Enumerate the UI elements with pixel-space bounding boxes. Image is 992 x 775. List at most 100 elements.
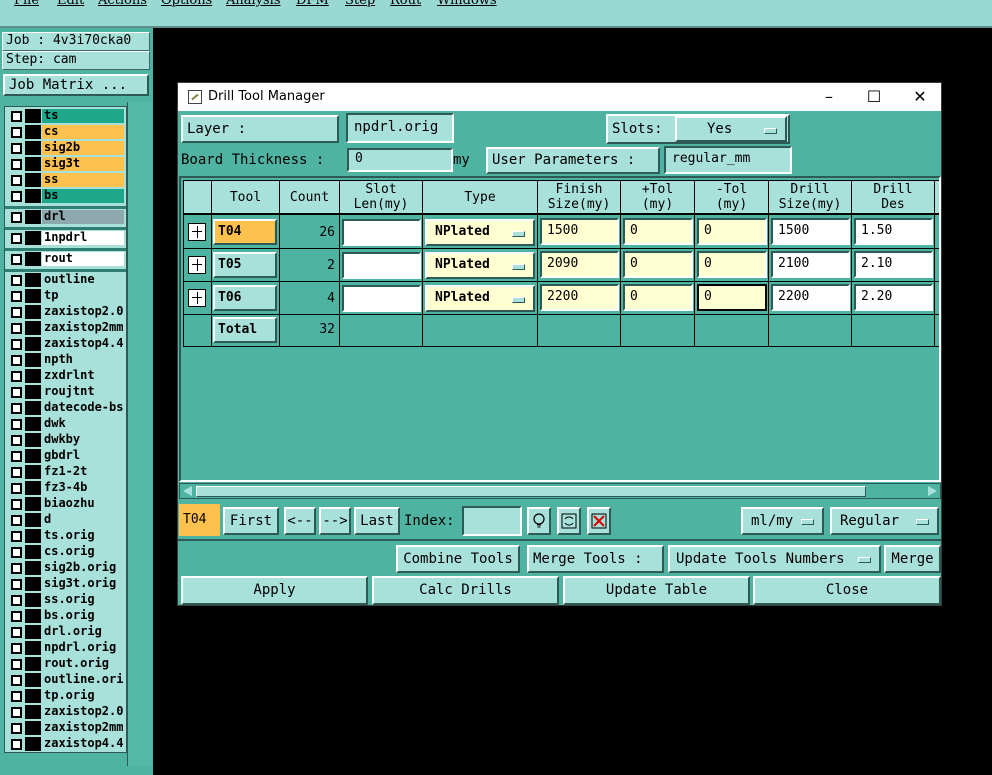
menu-options[interactable]: Options — [161, 0, 212, 8]
layer-item[interactable]: datecode-bs — [6, 401, 124, 415]
layer-item[interactable]: ss.orig — [6, 593, 124, 607]
layer-item[interactable]: tp — [6, 289, 124, 303]
drill-size-input[interactable]: 2100 — [771, 251, 850, 278]
layer-checkbox[interactable] — [11, 419, 22, 430]
expand-row-icon[interactable] — [188, 289, 206, 307]
drill-size-input[interactable]: 1500 — [771, 218, 850, 245]
type-dropdown[interactable]: NPlated — [425, 285, 535, 312]
layer-checkbox[interactable] — [11, 175, 22, 186]
drill-size-input[interactable]: 2200 — [771, 284, 850, 311]
layer-item[interactable]: fz3-4b — [6, 481, 124, 495]
layer-item[interactable]: zaxistop4.4mm — [6, 737, 124, 751]
layer-checkbox[interactable] — [11, 191, 22, 202]
next-button[interactable]: --> — [319, 507, 351, 535]
layer-item[interactable]: drl — [6, 210, 124, 224]
minus-tol-input[interactable]: 0 — [697, 218, 767, 245]
layer-checkbox[interactable] — [11, 547, 22, 558]
layer-item[interactable]: roujtnt — [6, 385, 124, 399]
finish-size-input[interactable]: 1500 — [540, 218, 619, 245]
plus-tol-input[interactable]: 0 — [623, 251, 693, 278]
menu-file[interactable]: File — [14, 0, 39, 8]
prev-button[interactable]: <-- — [284, 507, 316, 535]
layer-item[interactable]: biaozhu — [6, 497, 124, 511]
type-dropdown[interactable]: NPlated — [425, 219, 535, 246]
layer-checkbox[interactable] — [11, 739, 22, 750]
drill-des-input[interactable]: 2.10 — [854, 251, 933, 278]
menu-windows[interactable]: Windows — [437, 0, 497, 8]
close-button[interactable]: Close — [753, 576, 941, 605]
last-button[interactable]: Last — [354, 507, 400, 535]
layer-item[interactable]: zaxistop2mm — [6, 721, 124, 735]
menu-dfm[interactable]: DFM — [296, 0, 329, 8]
drill-des-input[interactable]: 1.50 — [854, 218, 933, 245]
layer-checkbox[interactable] — [11, 339, 22, 350]
layer-checkbox[interactable] — [11, 531, 22, 542]
plus-tol-input[interactable]: 0 — [623, 218, 693, 245]
layer-item[interactable]: drl.orig — [6, 625, 124, 639]
layer-item[interactable]: sig3t.orig — [6, 577, 124, 591]
layer-checkbox[interactable] — [11, 212, 22, 223]
drill-des-input[interactable]: 2.20 — [854, 284, 933, 311]
scroll-right-icon[interactable] — [928, 486, 937, 496]
layer-item[interactable]: ss — [6, 173, 124, 187]
table-horizontal-scrollbar[interactable] — [179, 483, 941, 499]
menu-actions[interactable]: Actions — [98, 0, 147, 8]
layer-item[interactable]: zaxistop4.4mm — [6, 337, 124, 351]
index-field[interactable] — [462, 506, 522, 536]
combine-tools-button[interactable]: Combine Tools — [396, 545, 520, 573]
layer-checkbox[interactable] — [11, 127, 22, 138]
layer-item[interactable]: dwkby — [6, 433, 124, 447]
delete-icon[interactable] — [587, 507, 611, 535]
layer-checkbox[interactable] — [11, 707, 22, 718]
minus-tol-input[interactable]: 0 — [697, 284, 767, 311]
layer-checkbox[interactable] — [11, 627, 22, 638]
slot-len-input[interactable] — [342, 285, 421, 312]
layer-item[interactable]: cs — [6, 125, 124, 139]
merge-button[interactable]: Merge — [884, 545, 941, 573]
layer-item[interactable]: outline — [6, 273, 124, 287]
slot-len-input[interactable] — [342, 219, 421, 246]
minimize-icon[interactable]: – — [814, 85, 844, 109]
user-parameters-field[interactable]: regular_mm — [664, 146, 792, 174]
slots-dropdown[interactable]: Yes — [675, 116, 787, 142]
close-icon[interactable]: ✕ — [905, 85, 935, 109]
layer-item[interactable]: sig3t — [6, 157, 124, 171]
layer-checkbox[interactable] — [11, 275, 22, 286]
layer-checkbox[interactable] — [11, 233, 22, 244]
scroll-left-icon[interactable] — [183, 486, 192, 496]
type-dropdown[interactable]: NPlated — [425, 252, 535, 279]
layer-checkbox[interactable] — [11, 643, 22, 654]
layer-checkbox[interactable] — [11, 143, 22, 154]
layer-item[interactable]: zaxistop2.05 — [6, 305, 124, 319]
refresh-icon[interactable] — [557, 507, 581, 535]
first-button[interactable]: First — [223, 507, 279, 535]
layer-item[interactable]: npth — [6, 353, 124, 367]
board-thickness-field[interactable]: 0 — [347, 148, 453, 172]
expand-row-icon[interactable] — [188, 256, 206, 274]
maximize-icon[interactable]: ☐ — [859, 85, 889, 109]
layer-checkbox[interactable] — [11, 254, 22, 265]
update-table-button[interactable]: Update Table — [563, 576, 750, 605]
bulb-icon[interactable] — [527, 507, 551, 535]
layer-checkbox[interactable] — [11, 451, 22, 462]
layer-checkbox[interactable] — [11, 467, 22, 478]
tool-button[interactable]: T04 — [213, 219, 277, 245]
menu-step[interactable]: Step — [345, 0, 375, 8]
layer-item[interactable]: bs.orig — [6, 609, 124, 623]
layer-checkbox[interactable] — [11, 659, 22, 670]
update-tools-numbers-dropdown[interactable]: Update Tools Numbers — [668, 545, 881, 573]
calc-drills-button[interactable]: Calc Drills — [372, 576, 559, 605]
layer-checkbox[interactable] — [11, 611, 22, 622]
layer-checkbox[interactable] — [11, 387, 22, 398]
layer-item[interactable]: gbdrl — [6, 449, 124, 463]
layer-item[interactable]: fz1-2t — [6, 465, 124, 479]
layer-item[interactable]: dwk — [6, 417, 124, 431]
layer-item[interactable]: d — [6, 513, 124, 527]
layer-item[interactable]: outline.orig — [6, 673, 124, 687]
layer-item[interactable]: bs — [6, 189, 124, 203]
expand-row-icon[interactable] — [188, 223, 206, 241]
layer-list-scrollbar[interactable] — [127, 102, 152, 766]
layer-item[interactable]: rout — [6, 252, 124, 266]
layer-checkbox[interactable] — [11, 675, 22, 686]
layer-item[interactable]: sig2b.orig — [6, 561, 124, 575]
